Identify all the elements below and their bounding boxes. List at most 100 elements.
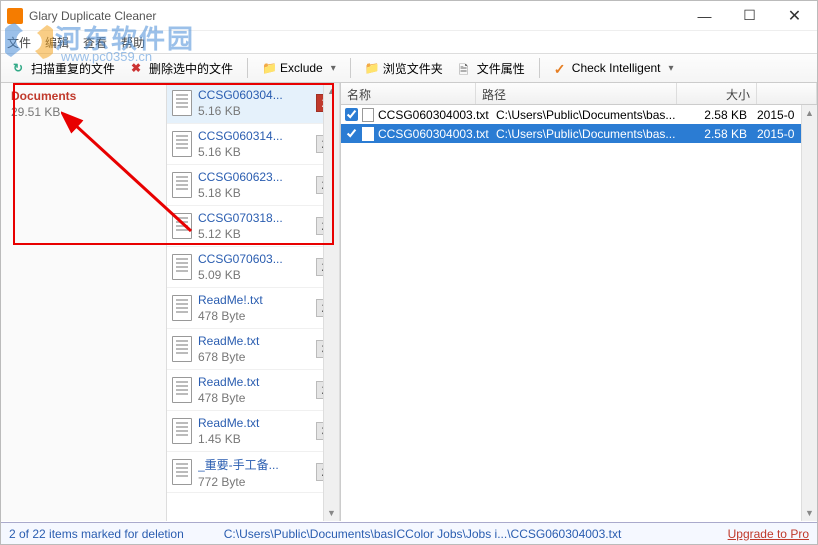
main-area: Documents 29.51 KB CCSG060304... 5.16 KB… xyxy=(1,83,817,521)
document-icon xyxy=(459,61,473,75)
file-icon xyxy=(172,172,192,198)
file-name: CCSG070318... xyxy=(198,211,316,225)
detail-row[interactable]: CCSG060304003.txt C:\Users\Public\Docume… xyxy=(341,124,817,143)
file-icon xyxy=(362,127,374,141)
detail-header: 名称 路径 大小 xyxy=(341,83,817,105)
group-size: 29.51 KB xyxy=(11,105,156,119)
file-icon xyxy=(172,418,192,444)
check-label: Check Intelligent xyxy=(572,61,661,75)
upgrade-link[interactable]: Upgrade to Pro xyxy=(728,527,809,541)
file-size: 772 Byte xyxy=(198,475,316,489)
browse-label: 浏览文件夹 xyxy=(383,60,443,77)
file-item[interactable]: CCSG060623... 5.18 KB 2 xyxy=(167,165,339,206)
status-bar: 2 of 22 items marked for deletion C:\Use… xyxy=(1,522,817,544)
file-size: 5.16 KB xyxy=(198,104,316,118)
separator xyxy=(539,58,540,78)
app-icon xyxy=(7,8,23,24)
check-intelligent-button[interactable]: Check Intelligent xyxy=(548,58,680,78)
file-size: 5.09 KB xyxy=(198,268,316,282)
scroll-down-icon[interactable]: ▼ xyxy=(324,505,339,521)
file-item[interactable]: CCSG060304... 5.16 KB 2 xyxy=(167,83,339,124)
status-path: C:\Users\Public\Documents\basICColor Job… xyxy=(184,527,728,541)
menu-bar: 文件 编辑 查看 帮助 xyxy=(1,31,817,53)
menu-file[interactable]: 文件 xyxy=(7,34,31,51)
file-item[interactable]: ReadMe.txt 678 Byte 3 xyxy=(167,329,339,370)
properties-button[interactable]: 文件属性 xyxy=(453,57,531,80)
file-icon xyxy=(172,459,192,485)
file-item[interactable]: CCSG060314... 5.16 KB 2 xyxy=(167,124,339,165)
row-size: 2.58 KB xyxy=(677,127,757,141)
refresh-icon xyxy=(13,61,27,75)
file-size: 478 Byte xyxy=(198,309,316,323)
row-checkbox[interactable] xyxy=(345,108,358,121)
col-size[interactable]: 大小 xyxy=(677,83,757,104)
file-size: 478 Byte xyxy=(198,391,316,405)
menu-view[interactable]: 查看 xyxy=(83,34,107,51)
file-name: _重要-手工备... xyxy=(198,456,316,473)
window-title: Glary Duplicate Cleaner xyxy=(29,9,156,23)
file-icon xyxy=(172,213,192,239)
delete-button[interactable]: 删除选中的文件 xyxy=(125,57,239,80)
delete-icon xyxy=(131,61,145,75)
status-marked: 2 of 22 items marked for deletion xyxy=(9,527,184,541)
close-button[interactable]: ✕ xyxy=(772,2,817,30)
scroll-down-icon[interactable]: ▼ xyxy=(802,505,817,521)
file-name: CCSG060623... xyxy=(198,170,316,184)
scan-button[interactable]: 扫描重复的文件 xyxy=(7,57,121,80)
file-icon xyxy=(172,254,192,280)
scroll-up-icon[interactable]: ▲ xyxy=(802,105,817,121)
exclude-button[interactable]: Exclude xyxy=(256,58,342,78)
separator xyxy=(247,58,248,78)
file-icon xyxy=(172,90,192,116)
scrollbar[interactable]: ▲ ▼ xyxy=(323,83,339,521)
file-size: 678 Byte xyxy=(198,350,316,364)
folder-icon xyxy=(365,61,379,75)
file-name: ReadMe!.txt xyxy=(198,293,316,307)
file-icon xyxy=(172,131,192,157)
exclude-label: Exclude xyxy=(280,61,323,75)
scroll-up-icon[interactable]: ▲ xyxy=(324,83,339,99)
folder-icon xyxy=(262,61,276,75)
check-icon xyxy=(554,61,568,75)
file-size: 5.12 KB xyxy=(198,227,316,241)
browse-folder-button[interactable]: 浏览文件夹 xyxy=(359,57,449,80)
groups-panel: Documents 29.51 KB xyxy=(1,83,167,521)
maximize-button[interactable]: ☐ xyxy=(727,2,772,30)
menu-help[interactable]: 帮助 xyxy=(121,34,145,51)
file-name: ReadMe.txt xyxy=(198,334,316,348)
toolbar: 扫描重复的文件 删除选中的文件 Exclude 浏览文件夹 文件属性 Check… xyxy=(1,53,817,83)
menu-edit[interactable]: 编辑 xyxy=(45,34,69,51)
row-size: 2.58 KB xyxy=(677,108,757,122)
row-path: C:\Users\Public\Documents\bas... xyxy=(496,127,677,141)
properties-label: 文件属性 xyxy=(477,60,525,77)
file-item[interactable]: ReadMe!.txt 478 Byte 2 xyxy=(167,288,339,329)
col-date[interactable] xyxy=(757,83,817,104)
scrollbar[interactable]: ▲ ▼ xyxy=(801,105,817,521)
file-name: CCSG060314... xyxy=(198,129,316,143)
file-name: CCSG070603... xyxy=(198,252,316,266)
scan-label: 扫描重复的文件 xyxy=(31,60,115,77)
minimize-button[interactable]: — xyxy=(682,2,727,30)
col-name[interactable]: 名称 xyxy=(341,83,476,104)
file-item[interactable]: ReadMe.txt 478 Byte 2 xyxy=(167,370,339,411)
delete-label: 删除选中的文件 xyxy=(149,60,233,77)
row-checkbox[interactable] xyxy=(345,127,358,140)
file-item[interactable]: CCSG070603... 5.09 KB 2 xyxy=(167,247,339,288)
file-icon xyxy=(362,108,374,122)
title-bar: Glary Duplicate Cleaner — ☐ ✕ xyxy=(1,1,817,31)
file-name: ReadMe.txt xyxy=(198,375,316,389)
group-documents[interactable]: Documents 29.51 KB xyxy=(1,83,166,125)
file-name: ReadMe.txt xyxy=(198,416,316,430)
file-item[interactable]: _重要-手工备... 772 Byte 2 xyxy=(167,452,339,493)
detail-row[interactable]: CCSG060304003.txt C:\Users\Public\Docume… xyxy=(341,105,817,124)
detail-panel: 名称 路径 大小 CCSG060304003.txt C:\Users\Publ… xyxy=(340,83,817,521)
detail-body: CCSG060304003.txt C:\Users\Public\Docume… xyxy=(341,105,817,521)
file-item[interactable]: ReadMe.txt 1.45 KB 3 xyxy=(167,411,339,452)
row-path: C:\Users\Public\Documents\bas... xyxy=(496,108,677,122)
file-size: 1.45 KB xyxy=(198,432,316,446)
file-icon xyxy=(172,336,192,362)
file-item[interactable]: CCSG070318... 5.12 KB 2 xyxy=(167,206,339,247)
separator xyxy=(350,58,351,78)
file-size: 5.18 KB xyxy=(198,186,316,200)
col-path[interactable]: 路径 xyxy=(476,83,677,104)
